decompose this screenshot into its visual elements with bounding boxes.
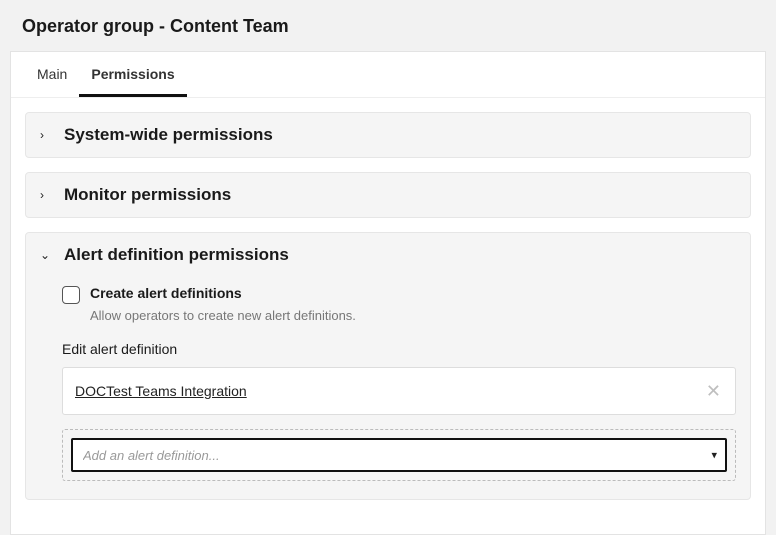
accordion-title-monitor: Monitor permissions bbox=[64, 185, 231, 205]
tab-bar: Main Permissions bbox=[11, 52, 765, 98]
accordion-title-alert: Alert definition permissions bbox=[64, 245, 289, 265]
accordion-header-system[interactable]: › System-wide permissions bbox=[26, 113, 750, 157]
edit-alert-label: Edit alert definition bbox=[62, 341, 736, 357]
create-alert-checkbox[interactable] bbox=[62, 286, 80, 304]
add-alert-dropzone: ▾ bbox=[62, 429, 736, 481]
chevron-right-icon: › bbox=[40, 188, 54, 202]
create-alert-label: Create alert definitions bbox=[90, 285, 242, 301]
main-panel: Main Permissions › System-wide permissio… bbox=[10, 51, 766, 535]
accordion-header-monitor[interactable]: › Monitor permissions bbox=[26, 173, 750, 217]
selected-alert-definition: DOCTest Teams Integration ✕ bbox=[62, 367, 736, 415]
accordion-alert-permissions: ⌄ Alert definition permissions Create al… bbox=[25, 232, 751, 500]
remove-alert-button[interactable]: ✕ bbox=[704, 380, 723, 402]
tab-main[interactable]: Main bbox=[25, 52, 79, 97]
selected-alert-link[interactable]: DOCTest Teams Integration bbox=[75, 383, 247, 399]
accordion-system-permissions: › System-wide permissions bbox=[25, 112, 751, 158]
close-icon: ✕ bbox=[706, 381, 721, 401]
create-alert-description: Allow operators to create new alert defi… bbox=[90, 308, 736, 323]
accordion-monitor-permissions: › Monitor permissions bbox=[25, 172, 751, 218]
chevron-right-icon: › bbox=[40, 128, 54, 142]
accordion-body-alert: Create alert definitions Allow operators… bbox=[26, 277, 750, 499]
accordion-title-system: System-wide permissions bbox=[64, 125, 273, 145]
tab-permissions[interactable]: Permissions bbox=[79, 52, 186, 97]
panel-body: › System-wide permissions › Monitor perm… bbox=[11, 98, 765, 534]
accordion-header-alert[interactable]: ⌄ Alert definition permissions bbox=[26, 233, 750, 277]
create-alert-checkbox-row: Create alert definitions bbox=[62, 285, 736, 304]
chevron-down-icon: ⌄ bbox=[40, 248, 54, 262]
add-alert-input[interactable] bbox=[71, 438, 727, 472]
add-alert-dropdown[interactable]: ▾ bbox=[71, 438, 727, 472]
page-title: Operator group - Content Team bbox=[0, 0, 776, 51]
